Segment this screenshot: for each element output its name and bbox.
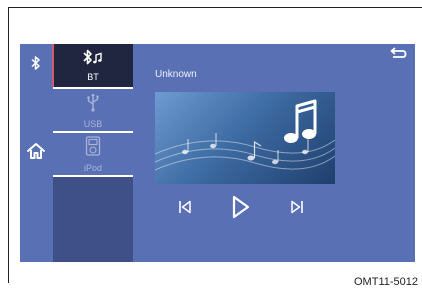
track-title: Unknown	[155, 69, 197, 80]
audio-screen: BT USB iPod Unknown	[20, 44, 415, 262]
source-ipod-label: iPod	[83, 162, 102, 173]
source-bt-tab[interactable]: BT	[52, 44, 133, 87]
next-track-button[interactable]	[285, 194, 309, 224]
play-icon	[231, 195, 251, 224]
source-usb-tab[interactable]: USB	[53, 89, 133, 131]
divider	[53, 175, 133, 177]
now-playing-panel: Unknown	[135, 44, 415, 262]
left-rail	[20, 44, 52, 262]
bluetooth-audio-icon	[82, 49, 104, 70]
previous-track-button[interactable]	[173, 194, 197, 224]
figure-frame-left	[8, 7, 9, 283]
playback-controls	[135, 194, 375, 224]
album-art	[155, 92, 335, 184]
figure-code: OMT11-5012	[354, 276, 418, 288]
source-bt-label: BT	[87, 72, 99, 82]
usb-icon	[86, 92, 100, 117]
home-icon[interactable]	[20, 137, 52, 165]
back-icon	[389, 46, 407, 66]
play-button[interactable]	[226, 194, 256, 224]
figure-frame-top	[8, 7, 422, 8]
back-button[interactable]	[387, 46, 409, 66]
ipod-icon	[85, 135, 101, 161]
source-ipod-tab[interactable]: iPod	[53, 133, 133, 175]
selection-indicator	[52, 44, 54, 87]
source-list: BT USB iPod	[52, 44, 133, 262]
source-usb-label: USB	[83, 118, 103, 129]
bluetooth-icon[interactable]	[20, 50, 52, 76]
previous-track-icon	[178, 200, 192, 219]
next-track-icon	[290, 200, 304, 219]
